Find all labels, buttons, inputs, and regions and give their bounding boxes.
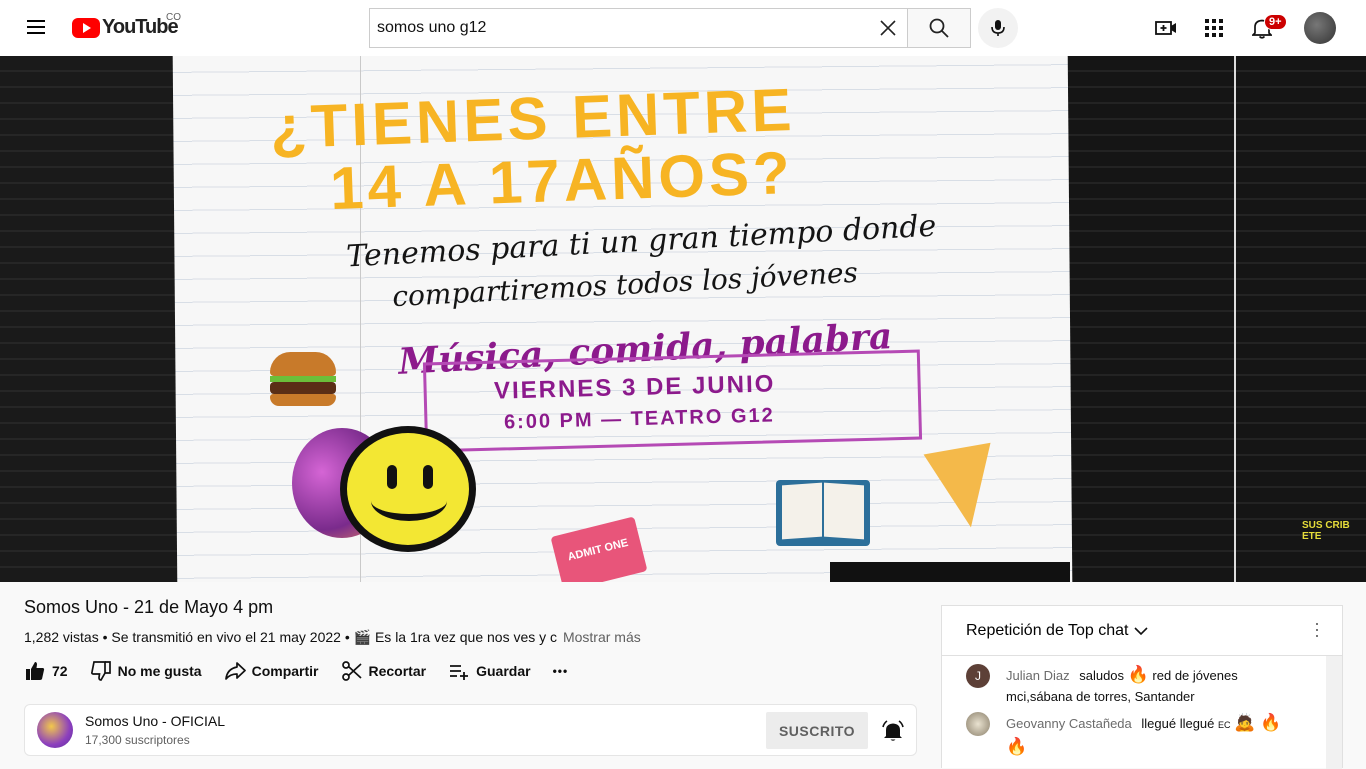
fire-emoji: 🔥 — [1127, 665, 1149, 684]
book-icon — [776, 480, 870, 546]
show-more-link[interactable]: Mostrar más — [563, 629, 641, 645]
search-input-value[interactable]: somos uno g12 — [370, 19, 868, 37]
pizza-icon — [923, 442, 1005, 534]
scissors-icon — [341, 661, 362, 681]
clip-button[interactable]: Recortar — [341, 660, 427, 682]
chat-header[interactable]: Repetición de Top chat — [942, 606, 1342, 656]
clip-label: Recortar — [368, 663, 427, 679]
thumbs-down-icon — [90, 661, 111, 681]
like-button[interactable]: 72 — [24, 660, 68, 682]
chat-message-text: llegué llegué — [1141, 716, 1219, 731]
save-button[interactable]: Guardar — [448, 660, 531, 682]
playlist-add-icon — [450, 665, 469, 680]
burger-icon — [270, 352, 336, 410]
share-icon — [224, 662, 246, 680]
youtube-logo[interactable]: YouTube — [72, 16, 179, 39]
notifications-badge: 9+ — [1264, 14, 1287, 30]
menu-icon[interactable] — [24, 16, 48, 40]
country-code: CO — [166, 12, 181, 23]
chat-author-name[interactable]: Julian Diaz — [1006, 668, 1070, 683]
chat-scrollbar[interactable] — [1326, 656, 1342, 769]
youtube-play-icon — [72, 17, 100, 38]
chat-author-avatar[interactable] — [966, 712, 990, 736]
description-snippet: 🎬 Es la 1ra vez que nos ves y c — [353, 629, 558, 645]
subscribe-watermark[interactable]: SUS CRIB ETE — [1302, 520, 1366, 542]
create-video-icon[interactable] — [1154, 16, 1178, 40]
chat-flag-badge: EC — [1218, 720, 1231, 730]
notification-bell-icon[interactable] — [881, 719, 905, 743]
video-player[interactable]: ¿TIENES ENTRE 14 A 17AÑOS? Tenemos para … — [0, 56, 1366, 582]
search-icon — [929, 18, 949, 38]
share-button[interactable]: Compartir — [224, 660, 319, 682]
chat-message-text: saludos — [1079, 668, 1128, 683]
chat-message: Geovanny Castañeda llegué llegué EC 🙇 🔥 … — [966, 712, 1296, 758]
search-input[interactable]: somos uno g12 — [369, 8, 908, 48]
subscribed-button[interactable]: SUSCRITO — [766, 712, 868, 749]
channel-avatar[interactable] — [37, 712, 73, 748]
like-count: 72 — [52, 663, 68, 679]
chat-mode-label: Repetición de Top chat — [966, 621, 1129, 639]
smiley-face-icon — [340, 426, 476, 552]
masthead: YouTube CO somos uno g12 9+ — [0, 0, 1366, 56]
video-background-left — [0, 56, 180, 582]
live-chat-panel: Repetición de Top chat · · · J Julian Diaz… — [941, 605, 1343, 769]
account-avatar[interactable] — [1304, 12, 1336, 44]
save-label: Guardar — [476, 663, 531, 679]
voice-search-button[interactable] — [978, 8, 1018, 48]
chat-more-options-icon[interactable]: · · · — [1314, 614, 1320, 644]
clear-search-icon[interactable] — [868, 9, 908, 47]
video-meta: 1,282 vistas • Se transmitió en vivo el … — [24, 629, 641, 646]
channel-card: Somos Uno - OFICIAL 17,300 suscriptores … — [24, 704, 917, 756]
subscriber-count: 17,300 suscriptores — [85, 733, 190, 747]
torn-paper-edge — [830, 562, 1070, 582]
chat-author-avatar[interactable]: J — [966, 664, 990, 688]
share-label: Compartir — [251, 663, 319, 679]
channel-name[interactable]: Somos Uno - OFICIAL — [85, 713, 225, 729]
video-title: Somos Uno - 21 de Mayo 4 pm — [24, 597, 274, 617]
chevron-down-icon[interactable] — [1134, 626, 1149, 636]
apps-grid-icon[interactable] — [1202, 16, 1226, 40]
microphone-icon — [991, 20, 1005, 36]
chat-author-name[interactable]: Geovanny Castañeda — [1006, 716, 1132, 731]
search-button[interactable] — [907, 8, 971, 48]
dislike-label: No me gusta — [117, 663, 202, 679]
video-actions: 72 No me gusta Compartir Recortar Guarda… — [24, 658, 568, 684]
chat-message: J Julian Diaz saludos 🔥 red de jóvenes m… — [966, 664, 1296, 707]
thumbs-up-icon — [26, 662, 45, 680]
video-background-right — [1066, 56, 1366, 582]
video-views-date: 1,282 vistas • Se transmitió en vivo el … — [24, 629, 354, 645]
more-actions-icon[interactable]: ••• — [553, 664, 569, 678]
dislike-button[interactable]: No me gusta — [90, 660, 202, 682]
